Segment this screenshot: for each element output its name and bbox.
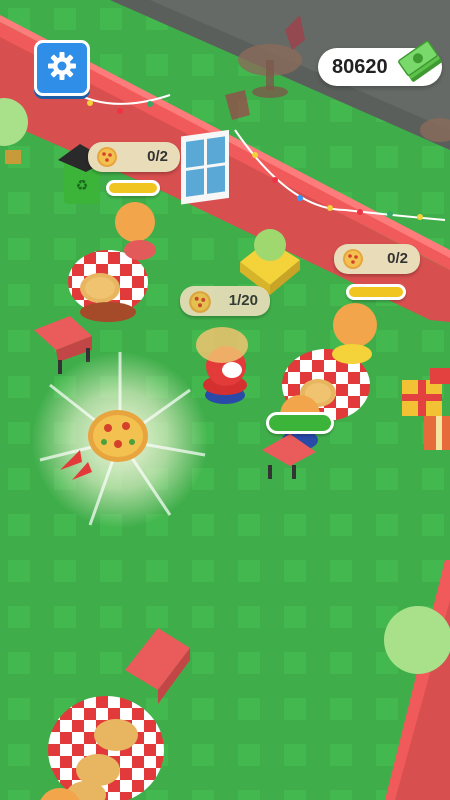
pizza-icon — [342, 248, 364, 275]
window — [181, 129, 229, 205]
order-bubble: 0/2 — [88, 142, 180, 172]
pizza-pickup — [88, 410, 148, 462]
bush — [384, 606, 450, 674]
gear-icon — [46, 50, 78, 87]
game-scene: ♻ — [0, 0, 450, 800]
currency-counter: 80620 — [318, 40, 442, 86]
eating-progress-bar — [266, 412, 334, 434]
svg-text:♻: ♻ — [76, 178, 89, 194]
pizza-icon — [188, 290, 212, 319]
carry-count: 1/20 — [228, 292, 258, 309]
order-count: 0/2 — [147, 148, 168, 165]
pizza-icon — [96, 146, 118, 173]
order-progress-bar — [346, 284, 406, 300]
cash-stack-icon — [398, 40, 446, 93]
order-bubble: 0/2 — [334, 244, 420, 274]
settings-button[interactable] — [34, 40, 90, 96]
order-progress-bar — [106, 180, 160, 196]
order-count: 0/2 — [387, 250, 408, 267]
carry-capacity-bubble: 1/20 — [180, 286, 270, 316]
table-bottom — [48, 696, 164, 800]
currency-value: 80620 — [332, 56, 388, 78]
customer — [332, 303, 377, 364]
